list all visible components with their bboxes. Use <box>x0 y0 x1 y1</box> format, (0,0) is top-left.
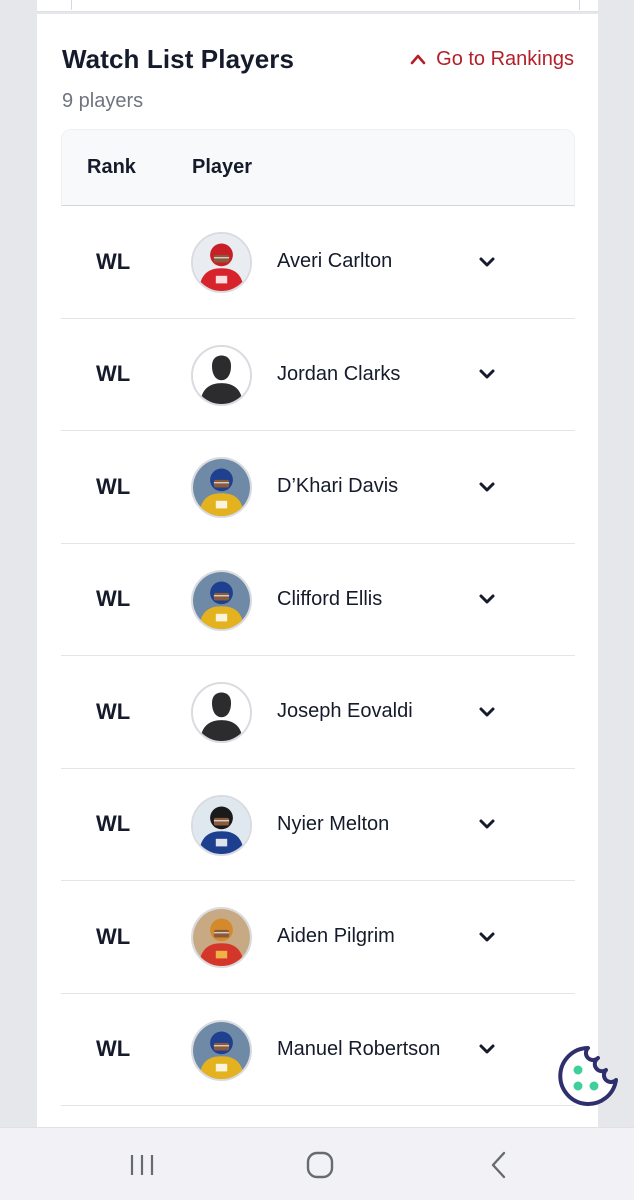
home-icon <box>306 1151 334 1178</box>
table-header: Rank Player <box>61 129 575 206</box>
player-name[interactable]: Clifford Ellis <box>277 544 382 656</box>
player-avatar <box>191 232 252 293</box>
recent-apps-button[interactable] <box>102 1128 182 1200</box>
system-nav-bar <box>0 1127 634 1200</box>
chevron-down-icon[interactable] <box>478 769 496 881</box>
player-avatar <box>191 682 252 743</box>
chevron-down-icon[interactable] <box>478 544 496 656</box>
page-title: Watch List Players <box>62 44 295 74</box>
cookie-icon <box>558 1046 618 1106</box>
players-table: Rank Player WL Averi Carlton WL Jordan Clar… <box>61 129 575 1106</box>
table-row[interactable]: WL Averi Carlton <box>61 206 575 319</box>
player-name[interactable]: Aiden Pilgrim <box>277 881 395 993</box>
player-name[interactable]: Manuel Robertson <box>277 994 440 1106</box>
table-row[interactable]: WL Jordan Clarks <box>61 319 575 431</box>
table-body: WL Averi Carlton WL Jordan Clarks WL D’Khari … <box>61 206 575 1106</box>
rank-cell: WL <box>96 698 131 724</box>
player-avatar <box>191 344 252 406</box>
home-button[interactable] <box>280 1128 360 1200</box>
player-column-header: Player <box>192 156 253 178</box>
back-button[interactable] <box>459 1128 539 1200</box>
chevron-up-icon <box>410 48 426 71</box>
chevron-down-icon[interactable] <box>478 994 496 1106</box>
chevron-down-icon[interactable] <box>478 431 496 543</box>
back-icon <box>491 1151 506 1178</box>
go-to-rankings-label: Go to Rankings <box>436 48 574 70</box>
player-name[interactable]: Joseph Eovaldi <box>277 656 413 768</box>
player-avatar <box>191 907 252 968</box>
previous-card-bottom <box>37 0 598 12</box>
cookie-settings-button[interactable] <box>556 1044 620 1108</box>
player-name[interactable]: Nyier Melton <box>277 769 389 881</box>
player-avatar <box>191 1019 252 1081</box>
go-to-rankings-link[interactable]: Go to Rankings <box>410 48 574 71</box>
player-name[interactable]: Jordan Clarks <box>277 319 400 431</box>
chevron-down-icon[interactable] <box>478 319 496 431</box>
player-name[interactable]: Averi Carlton <box>277 206 392 318</box>
rank-column-header: Rank <box>87 156 136 178</box>
recent-apps-icon <box>130 1154 154 1175</box>
rank-cell: WL <box>96 586 131 612</box>
player-count: 9 players <box>62 90 144 112</box>
rank-cell: WL <box>96 248 131 274</box>
player-avatar <box>191 569 252 631</box>
rank-cell: WL <box>96 1036 131 1062</box>
table-row[interactable]: WL D’Khari Davis <box>61 431 575 544</box>
table-row[interactable]: WL Joseph Eovaldi <box>61 656 575 769</box>
chevron-down-icon[interactable] <box>478 656 496 768</box>
watch-list-card: Watch List Players 9 players Go to Ranki… <box>37 14 598 1200</box>
rank-cell: WL <box>96 473 131 499</box>
table-row[interactable]: WL Manuel Robertson <box>61 994 575 1106</box>
rank-cell: WL <box>96 361 131 387</box>
player-avatar <box>191 794 252 856</box>
rank-cell: WL <box>96 811 131 837</box>
player-avatar <box>191 457 252 518</box>
table-row[interactable]: WL Clifford Ellis <box>61 544 575 656</box>
chevron-down-icon[interactable] <box>478 206 496 318</box>
rank-cell: WL <box>96 923 131 949</box>
table-row[interactable]: WL Nyier Melton <box>61 769 575 881</box>
chevron-down-icon[interactable] <box>478 881 496 993</box>
player-name[interactable]: D’Khari Davis <box>277 431 398 543</box>
table-row[interactable]: WL Aiden Pilgrim <box>61 881 575 994</box>
